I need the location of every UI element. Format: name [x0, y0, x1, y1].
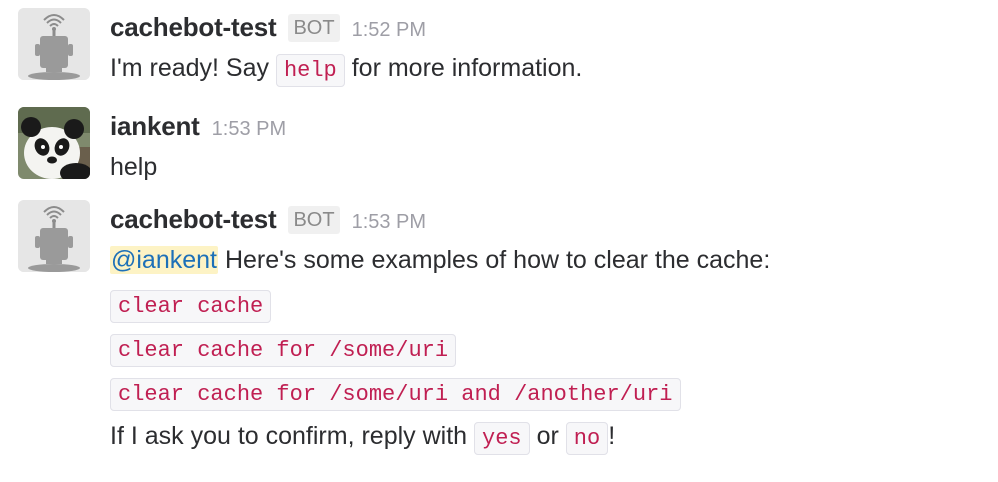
inline-code: help — [275, 54, 345, 87]
bot-avatar[interactable] — [18, 200, 90, 272]
message-text: @iankent Here's some examples of how to … — [110, 238, 978, 282]
message-item: cachebot-test BOT 1:52 PM I'm ready! Say h… — [18, 8, 978, 88]
panda-avatar — [18, 107, 90, 179]
user-avatar[interactable] — [18, 107, 90, 179]
bot-badge: BOT — [288, 206, 340, 234]
message-item: iankent 1:53 PM help — [18, 107, 978, 187]
example-line: clear cache — [110, 282, 978, 326]
sender-name[interactable]: cachebot-test — [110, 12, 277, 42]
user-mention[interactable]: @iankent — [110, 246, 218, 274]
message-item: cachebot-test BOT 1:53 PM @iankent Here's … — [18, 200, 978, 470]
message-text: help — [110, 153, 158, 181]
inline-code: clear cache — [110, 290, 272, 323]
inline-code: clear cache for /some/uri and /another/u… — [110, 378, 681, 411]
message-text-before: I'm ready! Say — [110, 54, 269, 82]
intro-text: Here's some examples of how to clear the… — [224, 246, 771, 274]
confirm-exclamation: ! — [608, 422, 616, 450]
antenna-robot-icon — [18, 200, 90, 272]
example-line: clear cache for /some/uri — [110, 326, 978, 370]
bot-avatar[interactable] — [18, 8, 90, 80]
message-text: I'm ready! Say help for more information… — [110, 46, 978, 90]
message-timestamp[interactable]: 1:53 PM — [352, 211, 426, 233]
sender-name[interactable]: iankent — [110, 111, 200, 141]
inline-code: clear cache for /some/uri — [110, 334, 457, 367]
message-timestamp[interactable]: 1:52 PM — [352, 19, 426, 41]
sender-name[interactable]: cachebot-test — [110, 204, 277, 234]
bot-badge: BOT — [288, 14, 340, 42]
confirm-line: If I ask you to confirm, reply with yes … — [110, 414, 978, 458]
inline-code-yes: yes — [474, 422, 530, 455]
inline-code-no: no — [565, 422, 609, 455]
example-line: clear cache for /some/uri and /another/u… — [110, 370, 978, 414]
antenna-robot-icon — [18, 8, 90, 80]
confirm-text: If I ask you to confirm, reply with — [110, 422, 468, 450]
confirm-or-text: or — [536, 422, 559, 450]
message-timestamp[interactable]: 1:53 PM — [212, 118, 286, 140]
message-text-after: for more information. — [351, 54, 583, 82]
